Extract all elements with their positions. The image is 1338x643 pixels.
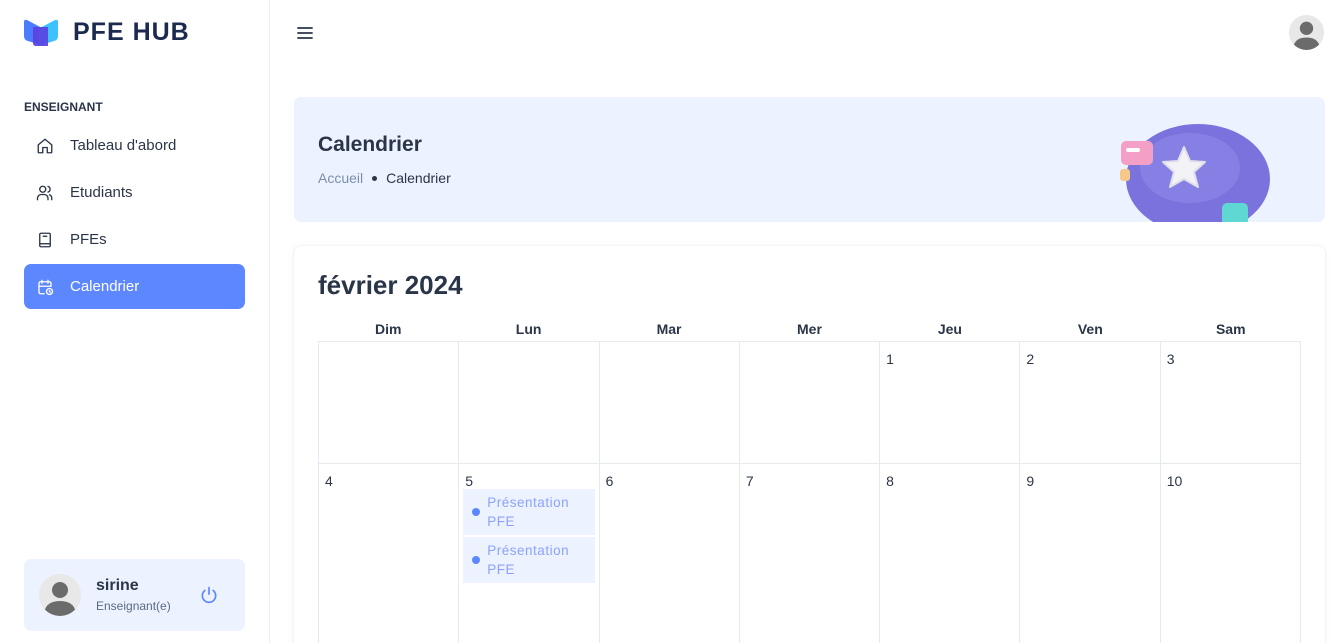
app-name: PFE HUB	[73, 18, 190, 46]
day-cell[interactable]: 5 Présentation PFE Présentation PFE	[458, 463, 599, 643]
users-icon	[36, 184, 54, 202]
weekday-header: Dim	[374, 321, 402, 337]
day-number[interactable]: 5	[465, 473, 473, 489]
sidebar-item-pfes[interactable]: PFEs	[24, 217, 245, 262]
day-cell[interactable]: 3	[1159, 341, 1301, 463]
power-icon	[201, 586, 217, 604]
weekday-header: Lun	[515, 321, 542, 337]
day-number[interactable]: 7	[746, 473, 754, 489]
sidebar-item-label: Tableau d'abord	[70, 137, 177, 154]
weekday-header: Mar	[656, 321, 682, 337]
avatar	[39, 574, 81, 616]
day-cell[interactable]	[458, 341, 599, 463]
breadcrumb: Accueil Calendrier	[318, 170, 451, 186]
star-illustration	[1120, 124, 1270, 222]
breadcrumb-home-link[interactable]: Accueil	[318, 170, 363, 186]
calendar-event[interactable]: Présentation PFE	[463, 489, 595, 535]
weekday-header-row: Dim Lun Mar Mer Jeu Ven Sam	[318, 321, 1301, 341]
day-cell[interactable]: 8	[879, 463, 1020, 643]
calendar-event[interactable]: Présentation PFE	[463, 537, 595, 583]
day-cell[interactable]	[318, 341, 459, 463]
sidebar-item-students[interactable]: Etudiants	[24, 170, 245, 215]
logout-button[interactable]	[199, 585, 219, 605]
breadcrumb-separator	[372, 175, 378, 181]
event-dot-icon	[472, 556, 481, 564]
menu-icon	[297, 27, 313, 39]
sidebar-item-calendar[interactable]: Calendrier	[24, 264, 245, 309]
day-number[interactable]: 1	[886, 351, 894, 367]
sidebar: PFE HUB ENSEIGNANT Tableau d'abord Etudi…	[0, 0, 270, 643]
page-header-banner: Calendrier Accueil Calendrier	[294, 97, 1325, 222]
sidebar-item-label: Etudiants	[70, 184, 133, 201]
sidebar-item-label: PFEs	[70, 231, 107, 248]
page-title: Calendrier	[318, 133, 422, 156]
day-number[interactable]: 6	[606, 473, 614, 489]
day-events: Présentation PFE Présentation PFE	[463, 489, 595, 585]
day-cell[interactable]: 6	[598, 463, 739, 643]
calendar-week-row: 1 2 3	[318, 341, 1301, 463]
event-title: Présentation PFE	[487, 543, 570, 577]
calendar-week-row: 4 5 Présentation PFE Présentation PFE 6 …	[318, 463, 1301, 643]
user-profile-card: sirine Enseignant(e)	[24, 559, 245, 631]
day-number[interactable]: 4	[325, 473, 333, 489]
nav-section-title: ENSEIGNANT	[24, 100, 103, 114]
logo[interactable]: PFE HUB	[24, 18, 190, 47]
day-cell[interactable]: 4	[318, 463, 459, 643]
home-icon	[36, 137, 54, 155]
day-cell[interactable]	[738, 341, 880, 463]
weekday-header: Ven	[1077, 321, 1103, 337]
profile-role: Enseignant(e)	[96, 599, 171, 613]
day-number[interactable]: 8	[886, 473, 894, 489]
calendar-grid: Dim Lun Mar Mer Jeu Ven Sam 1 2 3 4 5 Pr…	[318, 321, 1301, 643]
logo-icon	[24, 19, 58, 46]
day-cell[interactable]	[598, 341, 739, 463]
day-number[interactable]: 2	[1026, 351, 1034, 367]
breadcrumb-current: Calendrier	[386, 170, 451, 186]
weekday-header: Jeu	[937, 321, 962, 337]
weekday-header: Sam	[1215, 321, 1246, 337]
calendar-card: février 2024 Dim Lun Mar Mer Jeu Ven Sam…	[294, 246, 1325, 643]
calendar-icon	[36, 278, 54, 296]
sidebar-nav: Tableau d'abord Etudiants PFEs Calendrie…	[24, 123, 245, 311]
day-number[interactable]: 10	[1167, 473, 1183, 489]
day-cell[interactable]: 2	[1019, 341, 1160, 463]
menu-toggle-button[interactable]	[294, 22, 316, 44]
day-cell[interactable]: 1	[879, 341, 1020, 463]
weekday-header: Mer	[797, 321, 822, 337]
calendar-title: février 2024	[318, 270, 463, 300]
day-cell[interactable]: 9	[1019, 463, 1160, 643]
day-cell[interactable]: 7	[738, 463, 880, 643]
day-number[interactable]: 3	[1167, 351, 1175, 367]
profile-name: sirine	[96, 577, 139, 594]
book-icon	[36, 231, 54, 249]
day-cell[interactable]: 10	[1159, 463, 1301, 643]
event-dot-icon	[472, 508, 481, 516]
sidebar-item-dashboard[interactable]: Tableau d'abord	[24, 123, 245, 168]
event-title: Présentation PFE	[487, 495, 570, 529]
day-number[interactable]: 9	[1026, 473, 1034, 489]
header-avatar[interactable]	[1289, 15, 1324, 50]
sidebar-item-label: Calendrier	[70, 278, 140, 295]
